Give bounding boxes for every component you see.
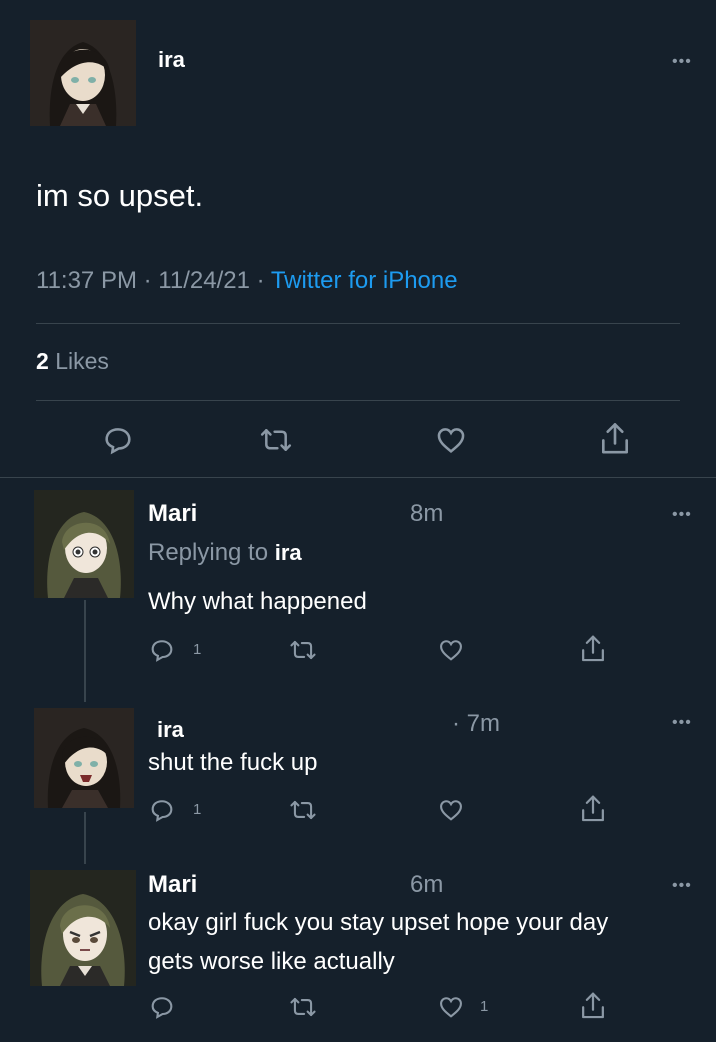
likes-count: 2 — [36, 348, 49, 374]
divider — [36, 323, 680, 324]
main-author-name[interactable]: ira — [158, 47, 185, 73]
reply-text: Why what happened — [148, 588, 367, 615]
retweet-icon[interactable] — [288, 636, 318, 664]
tweet-source-link[interactable]: Twitter for iPhone — [271, 267, 458, 294]
like-icon[interactable] — [436, 993, 466, 1021]
replying-to-handle[interactable]: ira — [275, 540, 302, 565]
retweet-icon[interactable] — [258, 423, 294, 457]
share-icon[interactable] — [578, 793, 608, 825]
like-icon[interactable] — [436, 636, 466, 664]
share-icon[interactable] — [597, 420, 633, 458]
reply-text-line-2: gets worse like actually — [148, 948, 395, 975]
like-count: 1 — [480, 998, 489, 1015]
divider — [36, 400, 680, 401]
thread-line — [84, 812, 86, 864]
like-icon[interactable] — [436, 796, 466, 824]
avatar-ira[interactable] — [34, 708, 134, 808]
reply-text: shut the fuck up — [148, 749, 318, 776]
share-icon[interactable] — [578, 633, 608, 665]
retweet-icon[interactable] — [288, 796, 318, 824]
likes-label: Likes — [55, 348, 109, 374]
avatar-mari[interactable] — [30, 870, 136, 986]
likes-stat[interactable]: 2 Likes — [36, 348, 109, 375]
tweet-date: 11/24/21 — [158, 267, 250, 294]
thread-line — [84, 600, 86, 702]
reply-author-name[interactable]: ira — [157, 717, 184, 743]
share-icon[interactable] — [578, 990, 608, 1022]
replying-to: Replying to ira — [148, 539, 302, 567]
more-options-icon[interactable]: ••• — [672, 878, 692, 894]
reply-time: 6m — [410, 871, 444, 898]
retweet-icon[interactable] — [288, 993, 318, 1021]
reply-author-name[interactable]: Mari — [148, 871, 197, 899]
like-icon[interactable] — [433, 423, 469, 457]
reply-count: 1 — [193, 641, 202, 658]
tweet-meta: 11:37 PM · 11/24/21 · Twitter for iPhone — [36, 267, 458, 295]
reply-author-name[interactable]: Mari — [148, 500, 197, 528]
reply-icon[interactable] — [148, 796, 176, 824]
reply-time: · 7m — [452, 710, 500, 737]
reply-icon[interactable] — [148, 993, 176, 1021]
reply-text-line-1: okay girl fuck you stay upset hope your … — [148, 909, 609, 936]
meta-separator: · — [143, 267, 152, 294]
avatar-ira[interactable] — [30, 20, 136, 126]
divider — [0, 477, 716, 478]
main-tweet-text: im so upset. — [36, 178, 204, 213]
meta-separator: · — [256, 267, 265, 294]
more-options-icon[interactable]: ••• — [672, 507, 692, 523]
reply-icon[interactable] — [101, 423, 135, 457]
reply-count: 1 — [193, 801, 202, 818]
reply-time: 8m — [410, 500, 444, 527]
replying-to-label: Replying to — [148, 539, 269, 566]
more-options-icon[interactable]: ••• — [672, 715, 692, 731]
tweet-time: 11:37 PM — [36, 267, 137, 294]
more-options-icon[interactable]: ••• — [672, 54, 692, 70]
avatar-mari[interactable] — [34, 490, 134, 598]
reply-icon[interactable] — [148, 636, 176, 664]
